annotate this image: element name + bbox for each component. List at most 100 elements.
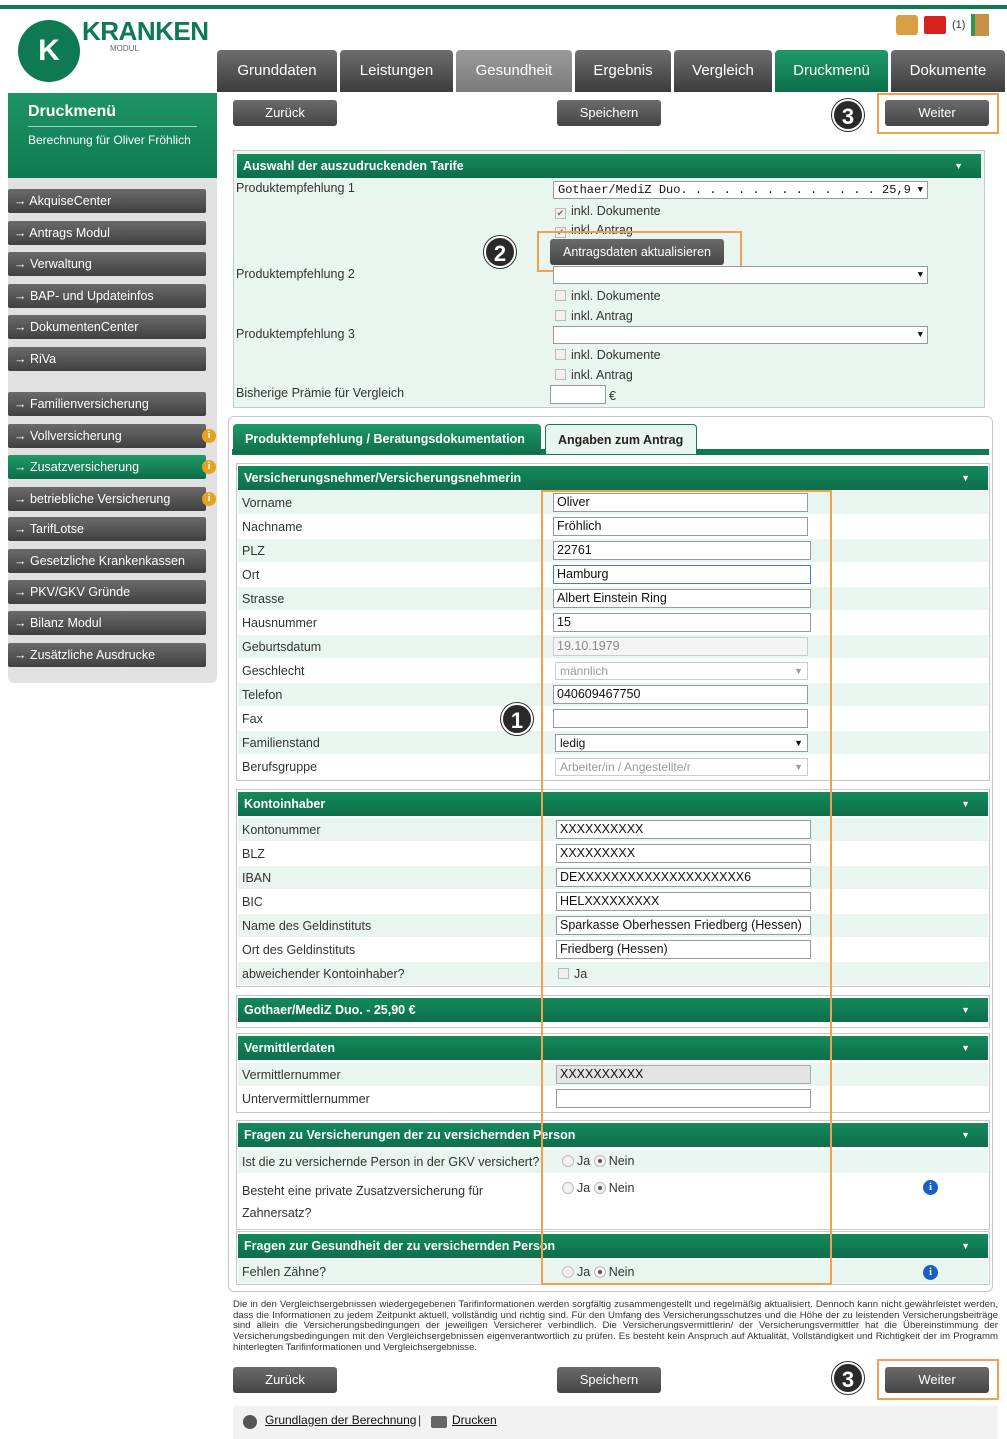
notification-count[interactable]: (1) [952,19,965,31]
printer-icon [431,1416,447,1428]
p3-incl-antrag-checkbox[interactable]: inkl. Antrag [555,368,633,382]
collapse-icon: ▼ [954,161,963,171]
sidebar-item-riva[interactable]: → RiVa [8,347,206,371]
disclaimer-text: Die in den Vergleichsergebnissen wiederg… [233,1299,998,1353]
sidebar-item-dokumentencenter[interactable]: → DokumentenCenter [8,315,206,339]
info-icon[interactable]: i [923,1265,938,1280]
field-label: Geschlecht [242,664,305,678]
field-label: Telefon [242,688,283,702]
info-icon[interactable]: i [923,1180,938,1195]
chevron-down-icon: ▼ [917,330,923,340]
sidebar-item-pkv-gkv-gr-nde[interactable]: → PKV/GKV Gründe [8,580,206,604]
produktempfehlung-1-select[interactable]: Gothaer/MediZ Duo. . . . . . . . . . . .… [553,181,928,199]
footer-links: Grundlagen der Berechnung | Drucken [233,1406,998,1439]
field-label: Fax [242,712,263,726]
highlight-next-top [877,93,999,134]
zahn-question: Besteht eine private Zusatzversicherung … [242,1184,484,1220]
calculator-icon [243,1415,257,1429]
info-icon[interactable]: i [202,460,216,474]
back-button-top[interactable]: Zurück [233,100,337,126]
tarife-header[interactable]: Auswahl der auszudruckenden Tarife ▼ [237,154,981,178]
produktempfehlung-2-label: Produktempfehlung 2 [236,267,355,281]
mail-icon[interactable] [924,16,946,34]
collapse-icon: ▼ [961,1043,970,1053]
field-label: Berufsgruppe [242,760,318,774]
badge-3-bottom: 3 [832,1362,864,1394]
save-button-top[interactable]: Speichern [557,100,661,126]
tab-dokumente[interactable]: Dokumente [891,50,1005,92]
sidebar-item-tariflotse[interactable]: → TarifLotse [8,517,206,541]
untervermittler-label: Untervermittlernummer [242,1092,370,1106]
tab-druckmenu[interactable]: Druckmenü [775,50,888,92]
field-label: Ort des Geldinstituts [242,943,356,957]
zaehne-question: Fehlen Zähne? [242,1265,327,1279]
tools-icon[interactable] [896,15,918,35]
sidebar-item-vollversicherung[interactable]: → Vollversicherung [8,424,206,448]
info-icon[interactable]: i [202,492,216,506]
tab-ergebnis[interactable]: Ergebnis [575,50,671,92]
gkv-question: Ist die zu versichernde Person in der GK… [242,1155,540,1169]
tab-gesundheit[interactable]: Gesundheit [456,50,572,92]
sidebar-item-akquisecenter[interactable]: → AkquiseCenter [8,189,206,213]
badge-3-top: 3 [832,99,864,131]
field-label: Geburtsdatum [242,640,322,654]
print-link[interactable]: Drucken [452,1413,497,1427]
sidebar-item-bilanz-modul[interactable]: → Bilanz Modul [8,611,206,635]
collapse-icon: ▼ [961,473,970,483]
produktempfehlung-2-select[interactable]: ▼ [553,266,928,284]
sidebar-item-zus-tzliche-ausdrucke[interactable]: → Zusätzliche Ausdrucke [8,643,206,667]
vn-header[interactable]: Versicherungsnehmer/Versicherungsnehmeri… [238,466,988,490]
produktempfehlung-3-label: Produktempfehlung 3 [236,327,355,341]
sidebar-item-antrags-modul[interactable]: → Antrags Modul [8,221,206,245]
field-label: Vorname [242,496,293,510]
tab-leistungen[interactable]: Leistungen [340,50,453,92]
subtab-antrag[interactable]: Angaben zum Antrag [545,424,697,454]
collapse-icon: ▼ [961,1241,970,1251]
chevron-down-icon: ▼ [917,270,923,280]
logo: K KRANKEN MODUL [18,16,209,86]
tab-grunddaten[interactable]: Grunddaten [217,50,337,92]
grundlagen-link[interactable]: Grundlagen der Berechnung [265,1413,416,1427]
p2-incl-docs-checkbox[interactable]: inkl. Dokumente [555,289,661,303]
top-icons: (1) [896,14,990,36]
collapse-icon: ▼ [961,799,970,809]
logo-text: KRANKEN [82,16,209,46]
footer-separator: | [418,1413,422,1427]
field-label: Ort [242,568,260,582]
badge-2: 2 [484,236,516,268]
sidebar-item-bap-und-updateinfos[interactable]: → BAP- und Updateinfos [8,284,206,308]
chevron-down-icon: ▼ [917,185,923,195]
info-icon[interactable]: i [202,429,216,443]
field-label: abweichender Kontoinhaber? [242,967,405,981]
field-label: Nachname [242,520,303,534]
badge-1: 1 [501,703,533,735]
save-button-bottom[interactable]: Speichern [557,1367,661,1393]
p3-incl-docs-checkbox[interactable]: inkl. Dokumente [555,348,661,362]
back-button-bottom[interactable]: Zurück [233,1367,337,1393]
main-tabs: Grunddaten Leistungen Gesundheit Ergebni… [217,50,1007,92]
sidebar-item-gesetzliche-krankenkassen[interactable]: → Gesetzliche Krankenkassen [8,549,206,573]
field-label: Name des Geldinstituts [242,919,372,933]
highlight-form-fields [541,490,832,1285]
sidebar-item-familienversicherung[interactable]: → Familienversicherung [8,392,206,416]
p1-incl-docs-checkbox[interactable]: ✔ inkl. Dokumente [555,204,661,219]
field-label: IBAN [242,871,272,885]
subtab-beratung[interactable]: Produktempfehlung / Beratungsdokumentati… [233,424,541,454]
field-label: BLZ [242,847,265,861]
sidebar-header: Druckmenü Berechnung für Oliver Fröhlich [8,93,217,178]
field-label: BIC [242,895,263,909]
praemie-input[interactable] [550,385,606,404]
highlight-next-bottom [877,1359,999,1400]
sidebar-subtitle: Berechnung für Oliver Fröhlich [28,133,191,147]
logout-icon[interactable] [971,14,990,36]
sidebar-item-betriebliche-versicherung[interactable]: → betriebliche Versicherung [8,487,206,511]
produktempfehlung-3-select[interactable]: ▼ [553,326,928,344]
p2-incl-antrag-checkbox[interactable]: inkl. Antrag [555,309,633,323]
sidebar-item-zusatzversicherung[interactable]: → Zusatzversicherung [8,455,206,479]
field-label: Strasse [242,592,285,606]
field-label: PLZ [242,544,265,558]
sidebar-item-verwaltung[interactable]: → Verwaltung [8,252,206,276]
collapse-icon: ▼ [961,1130,970,1140]
tab-vergleich[interactable]: Vergleich [674,50,772,92]
logo-circle: K [18,20,80,82]
